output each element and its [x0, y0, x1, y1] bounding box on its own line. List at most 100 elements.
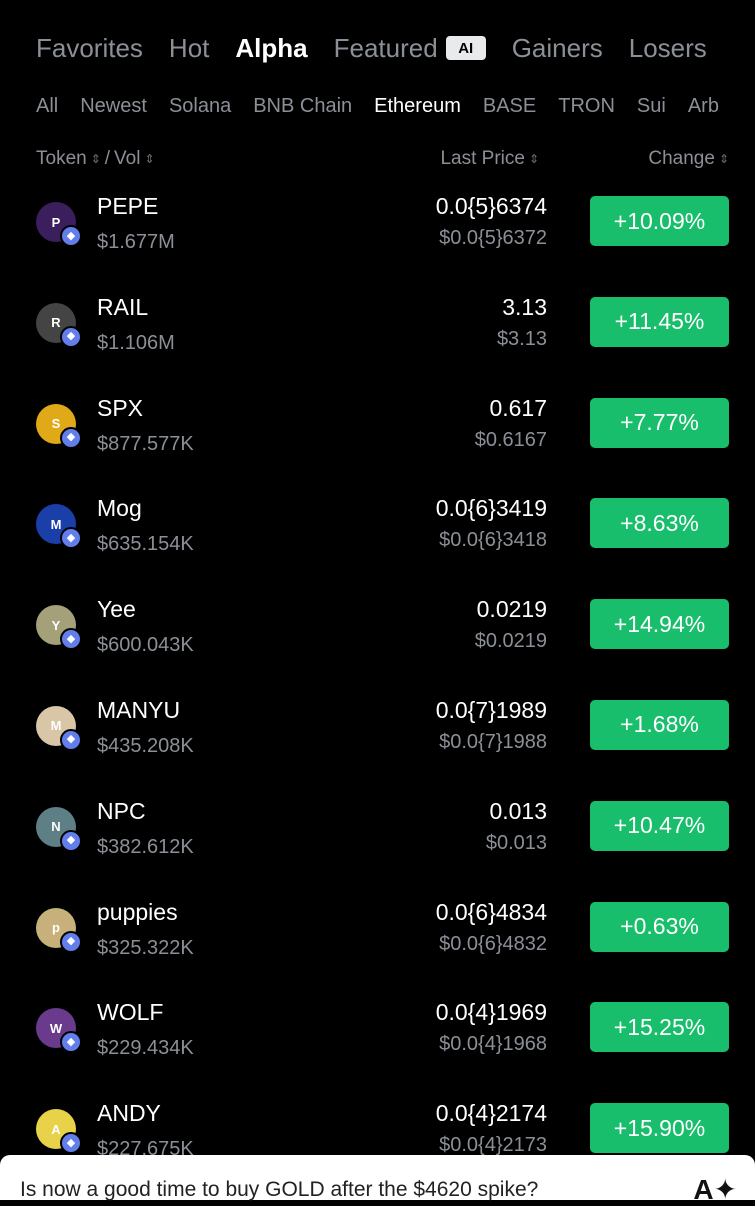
token-name: WOLF	[97, 999, 164, 1026]
tab-losers[interactable]: Losers	[629, 33, 707, 64]
token-price: 0.0{4}2174	[435, 1100, 547, 1127]
token-volume: $229.434K	[97, 1037, 194, 1060]
token-price-usd: $0.0219	[474, 630, 547, 653]
sort-arrows-icon[interactable]: ⇕	[91, 153, 101, 165]
table-row[interactable]: N ◆ NPC $382.612K 0.013 $0.013 +10.47%	[0, 792, 755, 893]
ethereum-icon: ◆	[60, 426, 82, 449]
token-list: P ◆ PEPE $1.677M 0.0{5}6374 $0.0{5}6372 …	[0, 187, 755, 1195]
change-badge[interactable]: +10.47%	[590, 800, 729, 851]
token-price-usd: $0.0{7}1988	[439, 730, 547, 753]
filter-tron[interactable]: TRON	[558, 95, 615, 118]
token-price-usd: $0.0{6}4832	[439, 932, 547, 955]
token-name: NPC	[97, 797, 146, 824]
ethereum-icon: ◆	[60, 527, 82, 550]
token-name: Yee	[97, 596, 136, 623]
token-logo-letter: W	[49, 1020, 63, 1036]
token-price: 0.0{6}4834	[435, 898, 547, 925]
token-price-usd: $0.0{4}2173	[439, 1134, 547, 1157]
ethereum-icon: ◆	[60, 628, 82, 651]
change-badge[interactable]: +15.25%	[590, 1002, 729, 1053]
ethereum-icon: ◆	[60, 1031, 82, 1054]
ethereum-icon: ◆	[60, 325, 82, 348]
filter-ethereum[interactable]: Ethereum	[374, 95, 461, 118]
token-logo-letter: M	[50, 516, 62, 532]
change-badge[interactable]: +15.90%	[590, 1103, 729, 1154]
ai-question-banner[interactable]: Is now a good time to buy GOLD after the…	[0, 1155, 755, 1205]
main-tab-bar: Favorites Hot Alpha Featured AI Gainers …	[36, 30, 755, 66]
token-logo-letter: A	[51, 1121, 61, 1137]
ethereum-icon: ◆	[60, 728, 82, 751]
token-price-usd: $0.0{4}1968	[439, 1033, 547, 1056]
last-price-header[interactable]: Last Price ⇕	[440, 148, 539, 170]
filter-arb[interactable]: Arb	[688, 95, 719, 118]
token-vol-header: Token ⇕ / Vol ⇕	[36, 148, 155, 170]
token-price: 3.13	[502, 293, 547, 320]
change-badge[interactable]: +7.77%	[590, 397, 729, 448]
tab-featured[interactable]: Featured AI	[334, 33, 486, 64]
token-logo-letter: S	[51, 416, 61, 432]
table-row[interactable]: S ◆ SPX $877.577K 0.617 $0.6167 +7.77%	[0, 389, 755, 490]
table-row[interactable]: P ◆ PEPE $1.677M 0.0{5}6374 $0.0{5}6372 …	[0, 187, 755, 288]
token-logo-letter: M	[50, 718, 62, 734]
token-price: 0.0{4}1969	[435, 999, 547, 1026]
token-logo-icon: W ◆	[36, 1008, 82, 1054]
tab-favorites[interactable]: Favorites	[36, 33, 143, 64]
token-volume: $325.322K	[97, 936, 194, 959]
table-row[interactable]: W ◆ WOLF $229.434K 0.0{4}1969 $0.0{4}196…	[0, 993, 755, 1094]
change-badge[interactable]: +14.94%	[590, 599, 729, 650]
token-price-usd: $0.6167	[474, 428, 547, 451]
change-badge[interactable]: +1.68%	[590, 699, 729, 750]
token-name: Mog	[97, 495, 142, 522]
sort-arrows-icon: ⇕	[528, 152, 539, 166]
filter-bnb-chain[interactable]: BNB Chain	[253, 95, 352, 118]
token-name: ANDY	[97, 1100, 161, 1127]
token-logo-letter: R	[51, 315, 61, 331]
sort-arrows-icon: ⇕	[718, 152, 729, 166]
token-sort-button[interactable]: Token	[36, 148, 87, 170]
filter-sui[interactable]: Sui	[637, 95, 666, 118]
token-volume: $435.208K	[97, 734, 194, 757]
table-row[interactable]: M ◆ Mog $635.154K 0.0{6}3419 $0.0{6}3418…	[0, 489, 755, 590]
table-row[interactable]: R ◆ RAIL $1.106M 3.13 $3.13 +11.45%	[0, 288, 755, 389]
ethereum-icon: ◆	[60, 1132, 82, 1155]
table-row[interactable]: p ◆ puppies $325.322K 0.0{6}4834 $0.0{6}…	[0, 893, 755, 994]
tab-alpha[interactable]: Alpha	[235, 33, 307, 64]
filter-newest[interactable]: Newest	[80, 95, 147, 118]
table-row[interactable]: Y ◆ Yee $600.043K 0.0219 $0.0219 +14.94%	[0, 590, 755, 691]
token-price: 0.0{6}3419	[435, 495, 547, 522]
tab-hot[interactable]: Hot	[169, 33, 209, 64]
filter-solana[interactable]: Solana	[169, 95, 231, 118]
token-volume: $1.677M	[97, 231, 175, 253]
ai-badge-icon: AI	[445, 36, 486, 60]
token-logo-icon: N ◆	[36, 806, 82, 852]
token-logo-icon: M ◆	[36, 705, 82, 751]
token-price-usd: $3.13	[496, 327, 547, 350]
change-badge[interactable]: +11.45%	[590, 296, 729, 347]
token-price: 0.617	[489, 394, 547, 421]
change-badge[interactable]: +0.63%	[590, 901, 729, 952]
header-separator: /	[104, 148, 111, 169]
token-volume: $600.043K	[97, 634, 194, 657]
tab-gainers[interactable]: Gainers	[512, 33, 603, 64]
token-volume: $1.106M	[97, 331, 175, 354]
token-logo-letter: N	[51, 819, 61, 835]
token-logo-icon: A ◆	[36, 1109, 82, 1155]
ai-sparkle-icon: A✦	[693, 1174, 737, 1205]
change-header[interactable]: Change ⇕	[648, 148, 729, 170]
filter-all[interactable]: All	[36, 95, 58, 118]
token-logo-icon: M ◆	[36, 504, 82, 550]
token-name: puppies	[97, 898, 178, 925]
banner-question: Is now a good time to buy GOLD after the…	[20, 1178, 539, 1201]
token-price-usd: $0.0{6}3418	[439, 529, 547, 552]
token-price: 0.0{7}1989	[435, 696, 547, 723]
token-logo-icon: p ◆	[36, 907, 82, 953]
sort-arrows-icon[interactable]: ⇕	[144, 153, 154, 165]
token-price-usd: $0.013	[485, 831, 547, 854]
ethereum-icon: ◆	[60, 225, 82, 247]
change-badge[interactable]: +10.09%	[590, 196, 729, 246]
filter-base[interactable]: BASE	[483, 95, 536, 118]
token-logo-letter: Y	[51, 617, 61, 633]
table-row[interactable]: M ◆ MANYU $435.208K 0.0{7}1989 $0.0{7}19…	[0, 691, 755, 792]
vol-sort-button[interactable]: Vol	[114, 148, 140, 170]
change-badge[interactable]: +8.63%	[590, 498, 729, 549]
